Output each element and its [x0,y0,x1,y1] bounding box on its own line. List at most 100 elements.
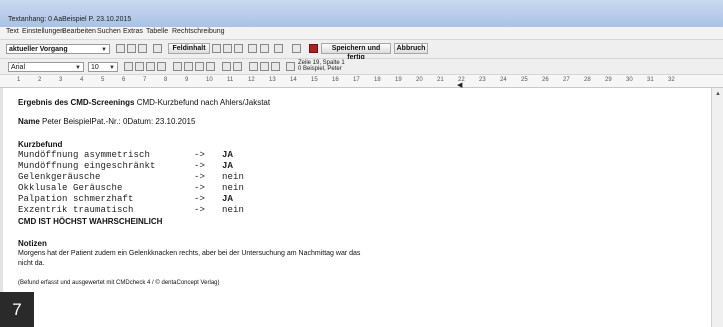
menu-suchen[interactable]: Suchen [97,28,121,35]
ruler-tick: 23 [479,77,486,83]
notes-line: Morgens hat der Patient zudem ein Gelenk… [18,250,361,257]
paste-icon[interactable] [138,44,147,53]
superscript-icon[interactable] [222,62,231,71]
save-icon[interactable] [309,44,318,53]
ruler-tick: 13 [269,77,276,83]
justify-icon[interactable] [157,62,166,71]
strikethrough-icon[interactable] [206,62,215,71]
finding-arrow: -> [194,194,206,204]
finding-arrow: -> [194,183,206,193]
editor-window: Textanhang: 0 AaBeispiel P. 23.10.2015 T… [0,0,723,327]
page-icon[interactable] [248,44,257,53]
ruler-tick: 26 [542,77,549,83]
footer-note: (Befund erfasst und ausgewertet mit CMDc… [18,280,220,286]
ruler-tick: 24 [500,77,507,83]
menu-tabelle[interactable]: Tabelle [146,28,168,35]
subscript-icon[interactable] [233,62,242,71]
ruler-tick: 3 [59,77,63,83]
ruler-tick: 28 [584,77,591,83]
ruler-tick: 10 [206,77,213,83]
scroll-up-icon[interactable]: ▲ [715,91,721,97]
ruler-tick: 7 [143,77,147,83]
cut-icon[interactable] [116,44,125,53]
ruler-tick: 6 [122,77,126,83]
image-icon[interactable] [234,44,243,53]
chevron-down-icon: ▼ [101,47,107,53]
chevron-down-icon: ▼ [75,65,81,71]
italic-icon[interactable] [184,62,193,71]
ruler-tick: 5 [101,77,105,83]
finding-label: Gelenkgeräusche [18,172,101,182]
notizen-heading: Notizen [18,239,47,248]
name-value: Peter BeispielPat.-Nr.: 0Datum: 23.10.20… [39,117,196,126]
feldinhalt-button[interactable]: Feldinhalt [168,43,210,54]
bold-icon[interactable] [173,62,182,71]
finding-row: Exzentrik traumatisch -> nein [18,205,244,215]
finding-label: Exzentrik traumatisch [18,205,134,215]
finding-value: nein [222,183,245,193]
vorgang-select[interactable]: aktueller Vorgang ▼ [6,44,110,54]
menu-text[interactable]: Text [6,28,19,35]
format-toolbar: Arial ▼ 10 ▼ Zeile 19, Spalte 1 0 Beispi… [0,59,723,75]
name-label: Name [18,117,40,126]
document-area[interactable]: Ergebnis des CMD-Screenings CMD-Kurzbefu… [0,88,711,327]
font-select[interactable]: Arial ▼ [8,62,84,72]
indent-icon[interactable] [249,62,258,71]
main-toolbar: aktueller Vorgang ▼ Feldinhalt Speichern… [0,40,723,61]
vorgang-value: aktueller Vorgang [9,46,68,53]
preview-icon[interactable] [260,44,269,53]
ruler-tick: 25 [521,77,528,83]
list-icon[interactable] [271,62,280,71]
ruler-tick: 19 [395,77,402,83]
finding-arrow: -> [194,172,206,182]
kurzbefund-heading: Kurzbefund [18,140,63,149]
vertical-scrollbar[interactable]: ▲ [711,88,723,327]
size-select[interactable]: 10 ▼ [88,62,118,72]
menu-rechtschreibung[interactable]: Rechtschreibung [172,28,225,35]
ruler-tick: 14 [290,77,297,83]
finding-label: Mundöffnung asymmetrisch [18,150,151,160]
finding-row: Mundöffnung eingeschränkt -> JA [18,161,233,171]
menu-bearbeiten[interactable]: Bearbeiten [62,28,96,35]
size-value: 10 [91,64,99,71]
finding-arrow: -> [194,161,206,171]
save-and-done-button[interactable]: Speichern und fertig [321,43,391,61]
document-heading: Ergebnis des CMD-Screenings CMD-Kurzbefu… [18,98,270,107]
patient-line: Name Peter BeispielPat.-Nr.: 0Datum: 23.… [18,117,195,126]
underline-icon[interactable] [195,62,204,71]
binoculars-icon[interactable] [274,44,283,53]
finding-value: nein [222,205,245,215]
grid-icon[interactable] [212,44,221,53]
table-icon[interactable] [223,44,232,53]
finding-arrow: -> [194,205,206,215]
finding-row: Palpation schmerzhaft -> JA [18,194,233,204]
cancel-button[interactable]: Abbruch [394,43,428,54]
ruler-tick: 29 [605,77,612,83]
ruler-tick: 12 [248,77,255,83]
ruler[interactable]: 1 2 3 4 5 6 7 8 9 10 11 12 13 14 15 16 1… [0,75,723,89]
cursor-status: Zeile 19, Spalte 1 0 Beispiel, Peter [298,60,345,72]
finding-value: JA [222,150,234,160]
text-color-icon[interactable] [286,62,295,71]
ruler-tick: 30 [626,77,633,83]
align-right-icon[interactable] [146,62,155,71]
finding-value: nein [222,172,245,182]
clear-icon[interactable] [153,44,162,53]
align-left-icon[interactable] [124,62,133,71]
align-center-icon[interactable] [135,62,144,71]
print-icon[interactable] [292,44,301,53]
heading-title: Ergebnis des CMD-Screenings [18,98,135,107]
copy-icon[interactable] [127,44,136,53]
outdent-icon[interactable] [260,62,269,71]
menu-einstellungen[interactable]: Einstellungen [22,28,64,35]
finding-row: Mundöffnung asymmetrisch -> JA [18,150,233,160]
finding-value: JA [222,161,234,171]
ruler-tick: 21 [437,77,444,83]
ruler-tick: 27 [563,77,570,83]
ruler-tick: 17 [353,77,360,83]
ruler-tick: 16 [332,77,339,83]
ruler-tick: 20 [416,77,423,83]
menu-bar: Text Einstellungen Bearbeiten Suchen Ext… [0,27,723,40]
heading-subtitle: CMD-Kurzbefund nach Ahlers/Jakstat [134,98,271,107]
menu-extras[interactable]: Extras [123,28,143,35]
